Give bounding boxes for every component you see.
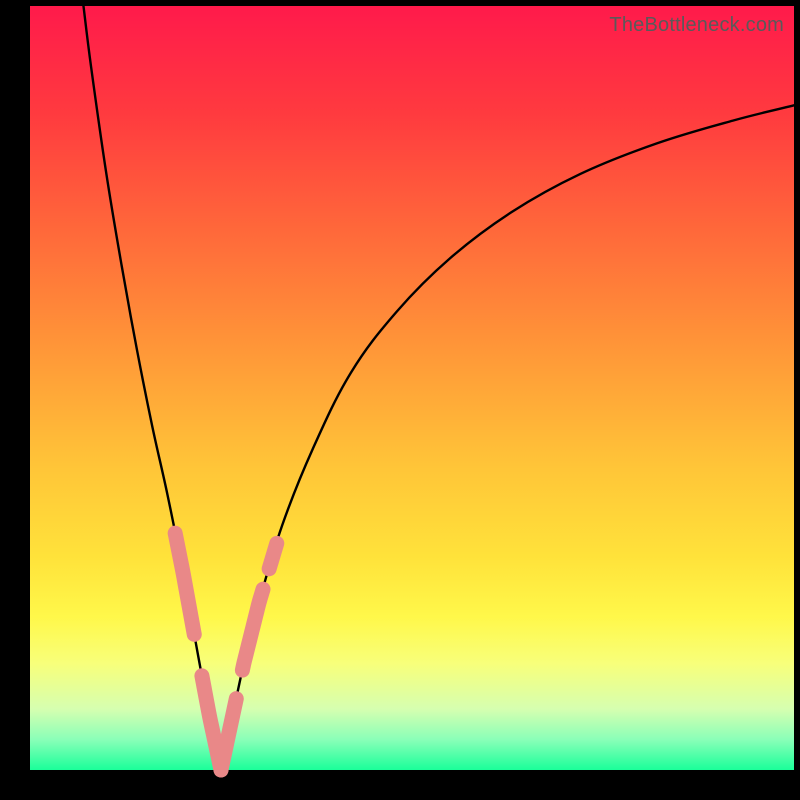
highlight-segment (175, 533, 194, 634)
curve-right-branch (221, 105, 794, 770)
highlight-segment (269, 543, 277, 568)
plot-area: TheBottleneck.com (30, 6, 794, 770)
bottleneck-curve (30, 6, 794, 770)
curve-left-branch (83, 6, 221, 770)
highlight-segment (242, 589, 263, 670)
chart-frame: TheBottleneck.com (0, 0, 800, 800)
highlight-segment (221, 699, 236, 770)
